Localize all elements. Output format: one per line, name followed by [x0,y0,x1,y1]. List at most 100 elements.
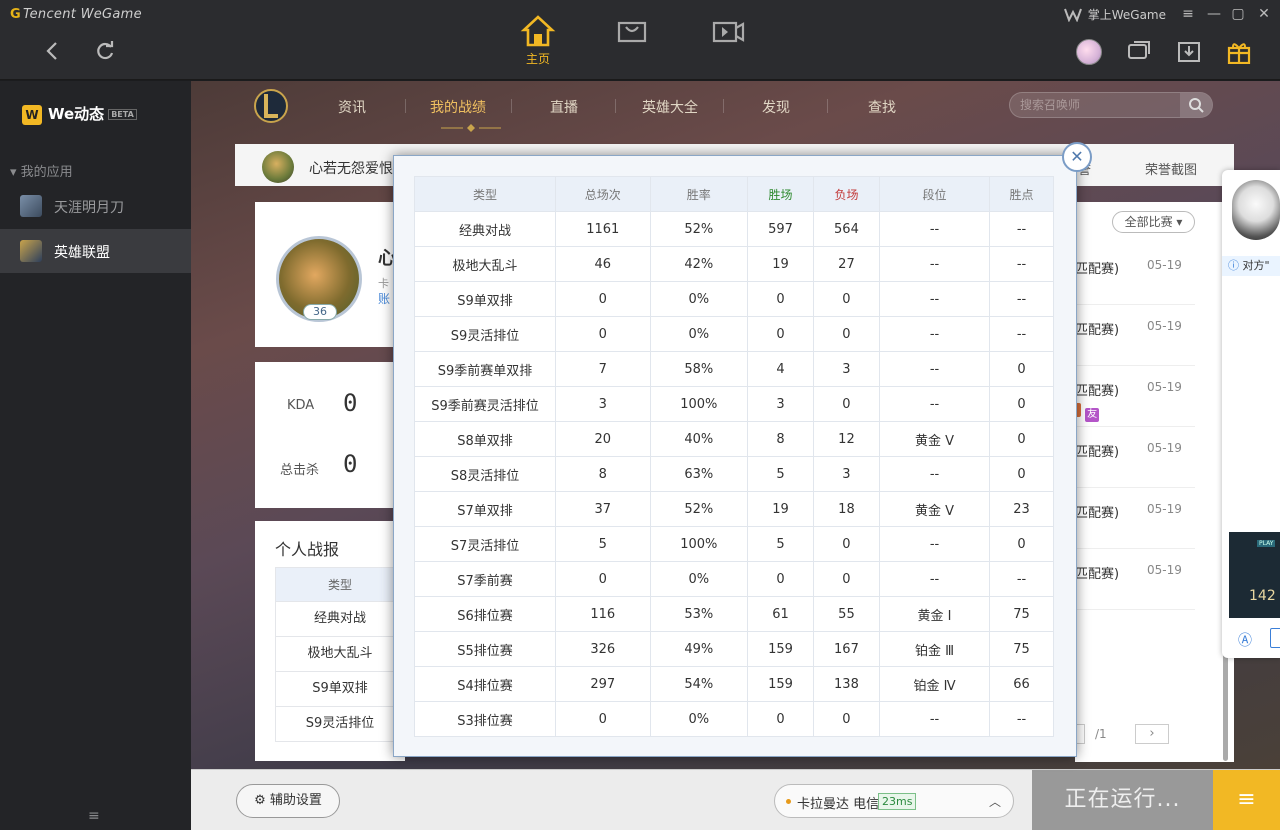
lol-logo-icon [254,89,288,123]
cell-type: S4排位赛 [414,666,556,702]
minimize-icon[interactable]: — [1206,6,1222,22]
match-row[interactable]: 匹配赛) 05-19 [1075,549,1195,610]
cell-total: 1161 [555,211,651,247]
cell-total: 116 [555,596,651,632]
cell-losses: 167 [812,631,880,667]
cell-wins: 4 [747,351,814,387]
sidebar-menu-icon[interactable]: ≡ [88,808,100,824]
col-wins: 胜场 [747,176,814,212]
cell-points: 0 [989,421,1054,457]
cell-wins: 3 [747,386,814,422]
cell-rank: -- [878,456,991,492]
cell-winrate: 52% [649,491,749,527]
cell-points: -- [989,211,1054,247]
summoner-search-input[interactable] [1020,97,1180,113]
summoner-name: 心若无怨爱恨 [309,161,393,177]
close-icon: ✕ [1070,147,1084,166]
cell-winrate: 58% [649,351,749,387]
match-row[interactable]: 匹配赛) 05-19 [1075,488,1195,549]
tab-live[interactable]: 直播 [550,97,578,117]
lol-nav: 资讯 我的战绩 直播 英雄大全 发现 查找 [191,81,1280,141]
tab-news[interactable]: 资讯 [338,97,366,117]
tab-heroes[interactable]: 英雄大全 [642,97,698,117]
level-badge: 36 [303,304,337,320]
refresh-button[interactable] [92,38,118,64]
match-row[interactable]: 匹配赛) 05-19 [1075,244,1195,305]
active-tab-indicator [441,121,501,132]
back-button[interactable] [40,38,66,64]
cell-wins: 159 [747,666,814,702]
table-row: S7灵活排位 5 100% 5 0 -- 0 [414,526,1054,562]
wegame-app: G Tencent WeGame 主页 掌上WeGame ≡ — ▢ ✕ W W… [0,0,1280,830]
next-page-button[interactable]: › [1135,724,1169,744]
kills-label: 总击杀 [280,463,320,478]
we-dynamic-link[interactable]: W We动态 BETA [22,103,137,125]
tab-my-record[interactable]: 我的战绩 [430,97,486,117]
assist-settings-button[interactable]: ⚙ 辅助设置 [236,784,340,818]
we-logo-icon: W [22,105,42,125]
home-icon [520,15,556,47]
launch-menu-button[interactable]: ≡ [1213,770,1280,830]
cell-wins: 5 [747,526,814,562]
cell-winrate: 53% [649,596,749,632]
match-date: 05-19 [1147,563,1182,577]
search-button[interactable] [1180,93,1212,117]
menu-icon[interactable]: ≡ [1180,6,1196,22]
cell-points: -- [989,281,1054,317]
ranked-stats-modal: 类型 总场次 胜率 胜场 负场 段位 胜点 经典对战 1161 52% 597 564-… [393,155,1077,757]
table-row: S4排位赛 297 54% 159 138 铂金 Ⅳ 66 [414,666,1054,702]
cell-points: -- [989,316,1054,352]
server-selector[interactable]: 卡拉曼达 电信 23ms ︿ [774,784,1014,818]
mobile-wegame-link[interactable]: 掌上WeGame [1088,6,1166,23]
honor-screenshot-link[interactable]: 荣誉截图 [1145,159,1197,178]
info-icon: ⓘ [1228,259,1239,272]
cell-winrate: 42% [649,246,749,282]
cell-rank: 铂金 Ⅲ [878,631,991,667]
cell-total: 5 [555,526,651,562]
tab-video[interactable] [708,14,748,70]
sidebar-item-tianya[interactable]: 天涯明月刀 [0,184,191,228]
account-link[interactable]: 账 [378,290,390,307]
tab-discover[interactable]: 发现 [762,97,790,117]
close-window-icon[interactable]: ✕ [1256,6,1272,22]
mobile-wegame-icon[interactable] [1064,6,1082,23]
cell-type: S7季前赛 [414,561,556,597]
table-row: 极地大乱斗 46 42% 19 27 -- -- [414,246,1054,282]
cell-wins: 0 [747,561,814,597]
download-icon[interactable] [1176,40,1202,64]
chat-icon[interactable] [1126,40,1152,64]
gear-icon: ⚙ [254,793,266,808]
cell-points: -- [989,561,1054,597]
table-row: S8灵活排位 8 63% 5 3 -- 0 [414,456,1054,492]
bottom-bar: ⚙ 辅助设置 卡拉曼达 电信 23ms ︿ 正在运行... ≡ [191,769,1280,830]
maximize-icon[interactable]: ▢ [1230,6,1246,22]
match-row[interactable]: 匹配赛) 05-19 [1075,305,1195,366]
my-apps-heading[interactable]: ▾ 我的应用 [10,161,73,180]
summoner-avatar-small[interactable] [262,151,294,183]
tab-divider [511,99,512,113]
tab-store[interactable] [612,14,652,70]
cell-losses: 3 [812,351,880,387]
chat-contact-avatar[interactable] [1232,180,1280,240]
translate-icon[interactable]: Ⓐ [1238,630,1252,650]
chat-image-thumbnail[interactable]: PLAY 142 [1229,532,1280,618]
cell-total: 326 [555,631,651,667]
running-status-button[interactable]: 正在运行... [1032,770,1213,830]
col-rank: 段位 [878,176,991,212]
tab-home[interactable]: 主页 [518,14,558,70]
beta-badge: BETA [108,109,137,120]
match-type: 匹配赛) [1075,445,1120,460]
gift-icon[interactable] [1226,40,1252,65]
sidebar-item-lol[interactable]: 英雄联盟 [0,229,191,273]
modal-close-button[interactable]: ✕ [1062,142,1092,172]
tab-search[interactable]: 查找 [868,97,896,117]
cell-losses: 0 [812,316,880,352]
scissors-icon[interactable] [1270,628,1280,648]
match-row[interactable]: 匹配赛) 05-19 [1075,427,1195,488]
match-filter-label: 全部比赛 [1124,215,1173,229]
report-table: 类型 经典对战 极地大乱斗 S9单双排 S9灵活排位 [275,567,405,742]
match-row[interactable]: 匹配赛) 05-19 友 [1067,366,1195,427]
match-filter-dropdown[interactable]: 全部比赛 ▾ [1112,211,1195,233]
user-avatar[interactable] [1076,39,1102,65]
tab-divider [827,99,828,113]
